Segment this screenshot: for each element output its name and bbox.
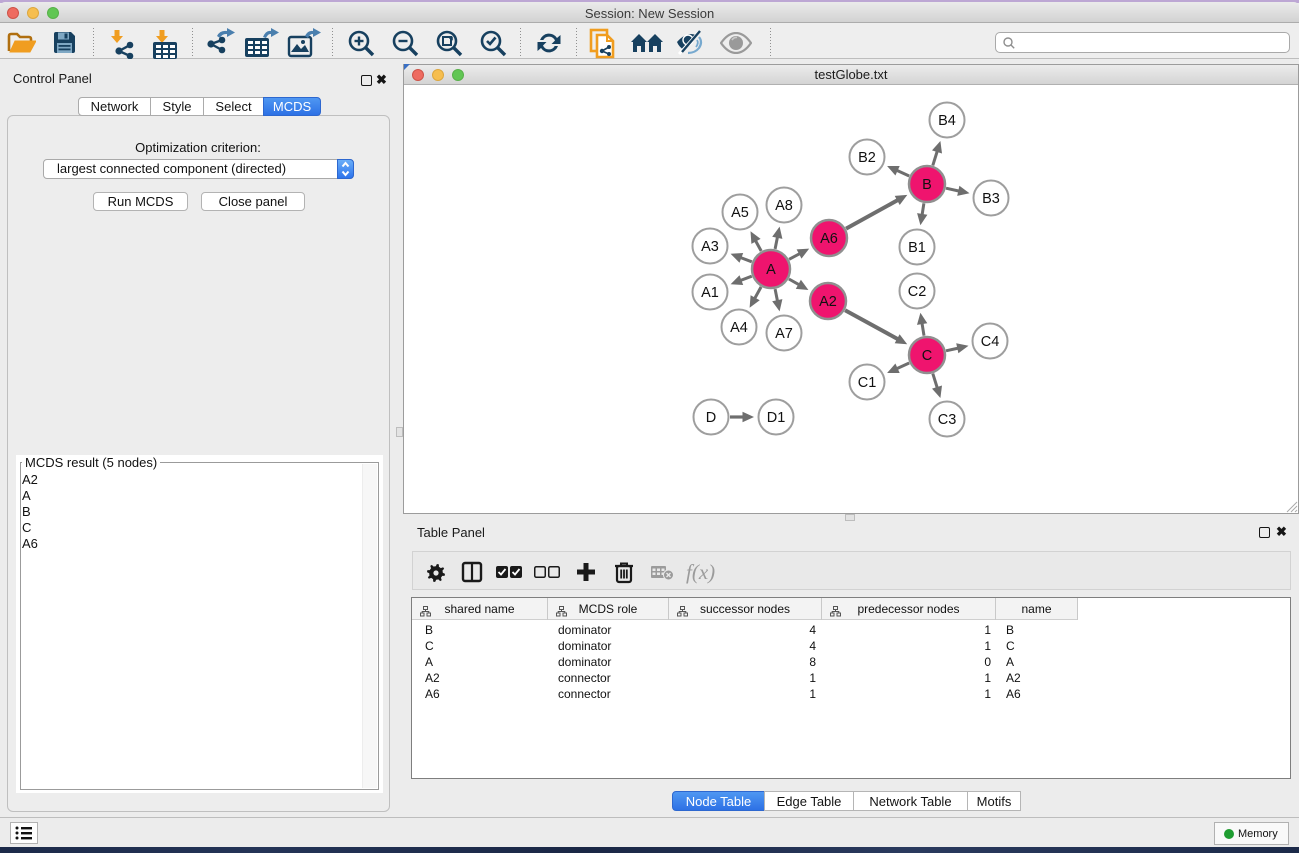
svg-text:B2: B2 xyxy=(858,150,876,166)
svg-text:A3: A3 xyxy=(701,239,719,255)
svg-text:A: A xyxy=(766,262,776,278)
svg-text:B4: B4 xyxy=(938,113,956,129)
svg-text:A7: A7 xyxy=(775,326,793,342)
svg-text:C: C xyxy=(922,348,932,364)
svg-text:D1: D1 xyxy=(767,410,786,426)
svg-text:B3: B3 xyxy=(982,191,1000,207)
svg-text:A2: A2 xyxy=(819,294,837,310)
svg-text:A5: A5 xyxy=(731,205,749,221)
svg-text:D: D xyxy=(706,410,716,426)
svg-text:C4: C4 xyxy=(981,334,1000,350)
svg-text:A6: A6 xyxy=(820,231,838,247)
svg-text:A8: A8 xyxy=(775,198,793,214)
svg-text:B: B xyxy=(922,177,932,193)
svg-text:C2: C2 xyxy=(908,284,927,300)
svg-text:B1: B1 xyxy=(908,240,926,256)
svg-text:A4: A4 xyxy=(730,320,748,336)
svg-text:C3: C3 xyxy=(938,412,957,428)
svg-text:A1: A1 xyxy=(701,285,719,301)
svg-text:C1: C1 xyxy=(858,375,877,391)
